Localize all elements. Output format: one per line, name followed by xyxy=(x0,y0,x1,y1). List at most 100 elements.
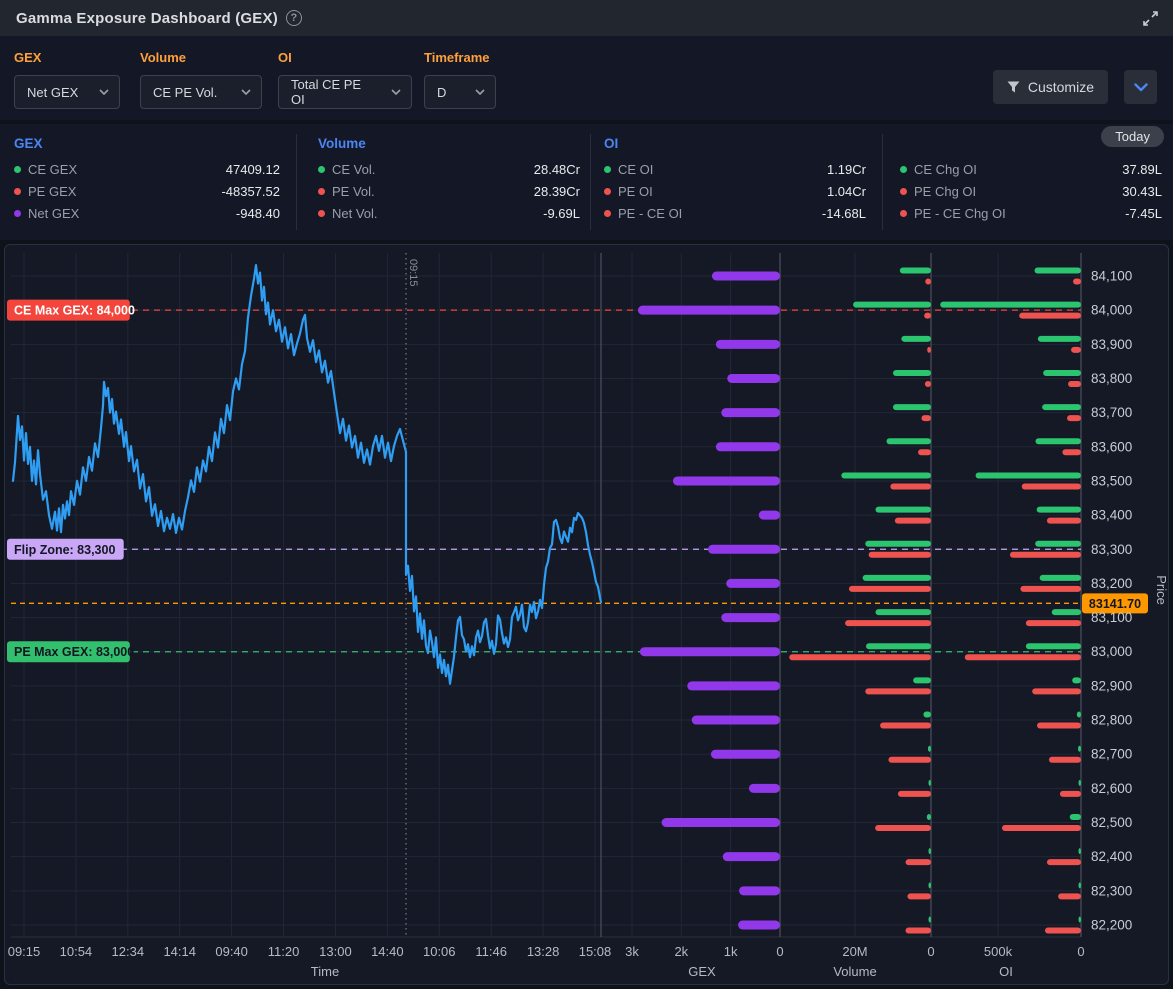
oi-pe-bar xyxy=(1049,757,1081,763)
volume-pe-bar xyxy=(890,483,931,489)
stat-row-ce-oi: CE OI 1.19Cr xyxy=(604,158,866,180)
gex-bar xyxy=(759,511,780,520)
expand-icon[interactable] xyxy=(1142,10,1159,27)
gex-select[interactable]: Net GEX xyxy=(14,75,120,109)
price-tick-label: 82,400 xyxy=(1091,849,1132,864)
oi-pe-bar xyxy=(1026,620,1081,626)
gex-chart[interactable]: 09:15CE Max GEX: 84,000Flip Zone: 83,300… xyxy=(5,245,1168,984)
stats-group-title: GEX xyxy=(14,136,280,151)
stat-row-net-vol: Net Vol. -9.69L xyxy=(318,202,580,224)
volume-pe-bar xyxy=(924,313,931,319)
time-tick-label: 09:40 xyxy=(215,944,248,959)
oi-tick-label: 0 xyxy=(1077,944,1084,959)
price-tick-label: 84,100 xyxy=(1091,269,1132,284)
gex-bar xyxy=(716,442,780,451)
volume-ce-bar xyxy=(929,848,932,854)
volume-pe-bar xyxy=(922,415,932,421)
stat-value: -14.68L xyxy=(822,206,866,221)
divider xyxy=(296,134,297,230)
oi-pe-bar xyxy=(1002,825,1081,831)
oi-pe-bar xyxy=(1073,279,1081,285)
chevron-down-icon xyxy=(377,89,401,95)
divider xyxy=(882,134,883,230)
gex-bar xyxy=(662,818,780,827)
time-tick-label: 14:40 xyxy=(371,944,404,959)
gex-bar xyxy=(712,272,780,281)
help-icon[interactable]: ? xyxy=(286,10,302,26)
oi-ce-bar xyxy=(1042,404,1081,410)
price-tick-label: 84,000 xyxy=(1091,303,1132,318)
volume-ce-bar xyxy=(865,541,931,547)
oi-ce-bar xyxy=(940,302,1081,308)
price-line xyxy=(13,265,601,684)
volume-ce-bar xyxy=(876,609,931,615)
gex-tick-label: 3k xyxy=(625,944,639,959)
volume-ce-bar xyxy=(901,336,931,342)
gex-bar xyxy=(738,921,780,930)
customize-button[interactable]: Customize xyxy=(993,70,1108,104)
stat-value: -7.45L xyxy=(1125,206,1162,221)
volume-ce-bar xyxy=(929,917,932,923)
filter-gex-label: GEX xyxy=(14,50,120,65)
stat-value: 37.89L xyxy=(1122,162,1162,177)
volume-ce-bar xyxy=(893,370,931,376)
level-bars xyxy=(638,268,1081,934)
timeframe-select[interactable]: D xyxy=(424,75,496,109)
price-tick-label: 83,200 xyxy=(1091,576,1132,591)
oi-select-value: Total CE PE OI xyxy=(291,77,377,107)
oi-select[interactable]: Total CE PE OI xyxy=(278,75,412,109)
oi-pe-bar xyxy=(1032,688,1081,694)
oi-ce-bar xyxy=(1072,677,1081,683)
stat-value: -9.69L xyxy=(543,206,580,221)
gex-tick-label: 2k xyxy=(674,944,688,959)
stat-label: CE Chg OI xyxy=(914,162,977,177)
oi-pe-bar xyxy=(1037,723,1081,729)
stat-label: CE OI xyxy=(618,162,653,177)
volume-pe-bar xyxy=(927,347,931,353)
volume-ce-bar xyxy=(927,814,931,820)
oi-pe-bar xyxy=(1067,415,1081,421)
price-tick-label: 82,200 xyxy=(1091,918,1132,933)
oi-ce-bar xyxy=(1079,848,1082,854)
gex-bar xyxy=(673,476,780,485)
price-tick-label: 83,500 xyxy=(1091,473,1132,488)
time-tick-label: 09:15 xyxy=(8,944,41,959)
oi-pe-bar xyxy=(1045,928,1081,934)
price-tick-label: 82,300 xyxy=(1091,883,1132,898)
customize-label: Customize xyxy=(1028,79,1094,95)
stat-value: 30.43L xyxy=(1122,184,1162,199)
volume-pe-bar xyxy=(875,825,931,831)
gex-bar xyxy=(726,579,780,588)
stats-group-title: Volume xyxy=(318,136,580,151)
ce-dot xyxy=(14,166,21,173)
volume-ce-bar xyxy=(841,472,931,478)
oi-pe-bar xyxy=(1071,347,1081,353)
volume-pe-bar xyxy=(888,757,931,763)
price-tick-label: 83,300 xyxy=(1091,542,1132,557)
gex-bar xyxy=(723,852,780,861)
pe-dot xyxy=(604,188,611,195)
volume-pe-bar xyxy=(865,688,931,694)
oi-ce-bar xyxy=(1026,643,1081,649)
stat-row-ce-gex: CE GEX 47409.12 xyxy=(14,158,280,180)
volume-select[interactable]: CE PE Vol. xyxy=(140,75,262,109)
stats-group-oi: OI CE OI 1.19Cr PE OI 1.04Cr PE - CE OI … xyxy=(604,136,1162,224)
collapse-panel-button[interactable] xyxy=(1124,70,1157,104)
stat-value: -48357.52 xyxy=(221,184,280,199)
oi-ce-bar xyxy=(1078,746,1081,752)
volume-ce-bar xyxy=(866,643,931,649)
pe-dot xyxy=(318,210,325,217)
time-tick-label: 12:34 xyxy=(112,944,145,959)
time-tick-label: 13:00 xyxy=(319,944,352,959)
oi-ce-bar xyxy=(1079,882,1082,888)
stat-value: 47409.12 xyxy=(226,162,280,177)
filter-bar: GEX Net GEX Volume CE PE Vol. OI Total C… xyxy=(0,36,1173,120)
oi-ce-bar xyxy=(1038,336,1081,342)
stat-value: 28.39Cr xyxy=(534,184,580,199)
volume-ce-bar xyxy=(923,712,931,718)
gex-bar xyxy=(749,784,780,793)
volume-axis-title: Volume xyxy=(833,964,876,979)
filter-volume-label: Volume xyxy=(140,50,262,65)
pe-dot xyxy=(318,188,325,195)
price-tick-label: 82,500 xyxy=(1091,815,1132,830)
